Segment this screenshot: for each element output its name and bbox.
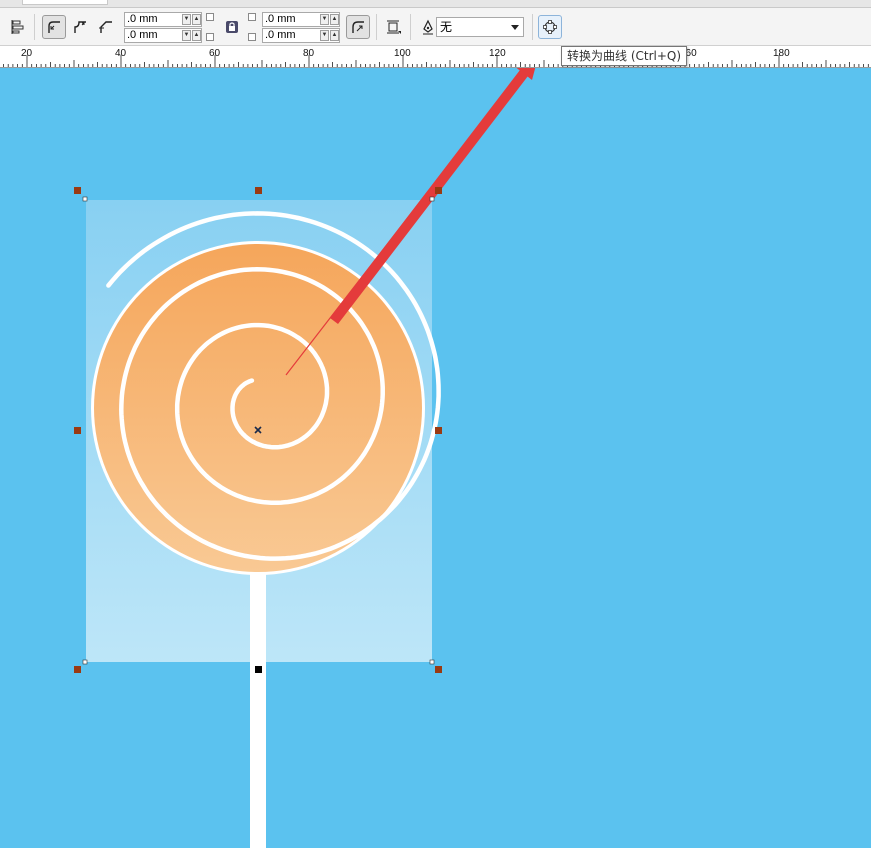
spin-down-icon[interactable]: ▼ — [182, 14, 191, 25]
ruler-label: 100 — [394, 48, 411, 59]
spin-up-icon[interactable]: ▲ — [192, 14, 201, 25]
horizontal-ruler[interactable]: 20 40 60 80 100 120 160 180 — [0, 46, 871, 68]
ruler-label: 40 — [115, 48, 127, 59]
corner-node[interactable] — [82, 196, 88, 202]
lollipop-stick[interactable] — [250, 570, 266, 848]
ruler-ticks — [3, 55, 869, 67]
drawing-canvas[interactable] — [0, 68, 871, 848]
corner-radius-bottom-left[interactable]: .0 mm ▼ ▲ — [124, 28, 202, 43]
scallop-corner-icon[interactable] — [68, 15, 92, 39]
spin-up-icon[interactable]: ▲ — [330, 14, 339, 25]
spin-up-icon[interactable]: ▲ — [192, 30, 201, 41]
corner-radius-top-left[interactable]: .0 mm ▼ ▲ — [124, 12, 202, 27]
handle-top-center[interactable] — [255, 187, 262, 194]
app-window: .0 mm ▼▲ .0 mm ▼▲ .0 mm ▼▲ .0 mm ▼▲ — [0, 0, 871, 848]
corner-link-box — [206, 13, 214, 21]
corner-node[interactable] — [82, 659, 88, 665]
corner-radius-bottom-right[interactable]: .0 mm ▼ ▲ — [262, 28, 340, 43]
handle-middle-right[interactable] — [435, 427, 442, 434]
corner-link-box — [248, 13, 256, 21]
spin-down-icon[interactable]: ▼ — [182, 30, 191, 41]
spin-down-icon[interactable]: ▼ — [320, 14, 329, 25]
align-icon[interactable] — [6, 15, 30, 39]
corner-node[interactable] — [429, 196, 435, 202]
artwork — [74, 68, 536, 848]
lock-icon[interactable] — [220, 15, 244, 39]
ruler-label: 180 — [773, 48, 790, 59]
convert-to-curves-button[interactable] — [538, 15, 562, 39]
chevron-down-icon — [511, 25, 519, 30]
chamfer-corner-icon[interactable] — [94, 15, 118, 39]
handle-bottom-right[interactable] — [435, 666, 442, 673]
property-bar: .0 mm ▼▲ .0 mm ▼▲ .0 mm ▼▲ .0 mm ▼▲ — [0, 8, 871, 46]
ruler-label: 60 — [209, 48, 221, 59]
handle-top-left[interactable] — [74, 187, 81, 194]
ruler-label: 120 — [489, 48, 506, 59]
corner-link-box — [206, 33, 214, 41]
corner-radius-top-right[interactable]: .0 mm ▼ ▲ — [262, 12, 340, 27]
ruler-label: 80 — [303, 48, 315, 59]
handle-top-right[interactable] — [435, 187, 442, 194]
tooltip: 转换为曲线 (Ctrl+Q) — [561, 46, 688, 66]
relative-corner-scaling-button[interactable] — [346, 15, 370, 39]
spin-down-icon[interactable]: ▼ — [320, 30, 329, 41]
corner-link-box — [248, 33, 256, 41]
corner-node[interactable] — [429, 659, 435, 665]
round-corner-button[interactable] — [42, 15, 66, 39]
handle-bottom-left[interactable] — [74, 666, 81, 673]
handle-middle-left[interactable] — [74, 427, 81, 434]
document-tab[interactable] — [22, 0, 108, 5]
handle-bottom-center[interactable] — [255, 666, 262, 673]
document-tab-strip — [0, 0, 871, 8]
wrap-text-icon[interactable] — [382, 15, 406, 39]
ruler-label: 20 — [21, 48, 33, 59]
outline-width-select[interactable]: 无 — [436, 17, 524, 37]
spin-up-icon[interactable]: ▲ — [330, 30, 339, 41]
